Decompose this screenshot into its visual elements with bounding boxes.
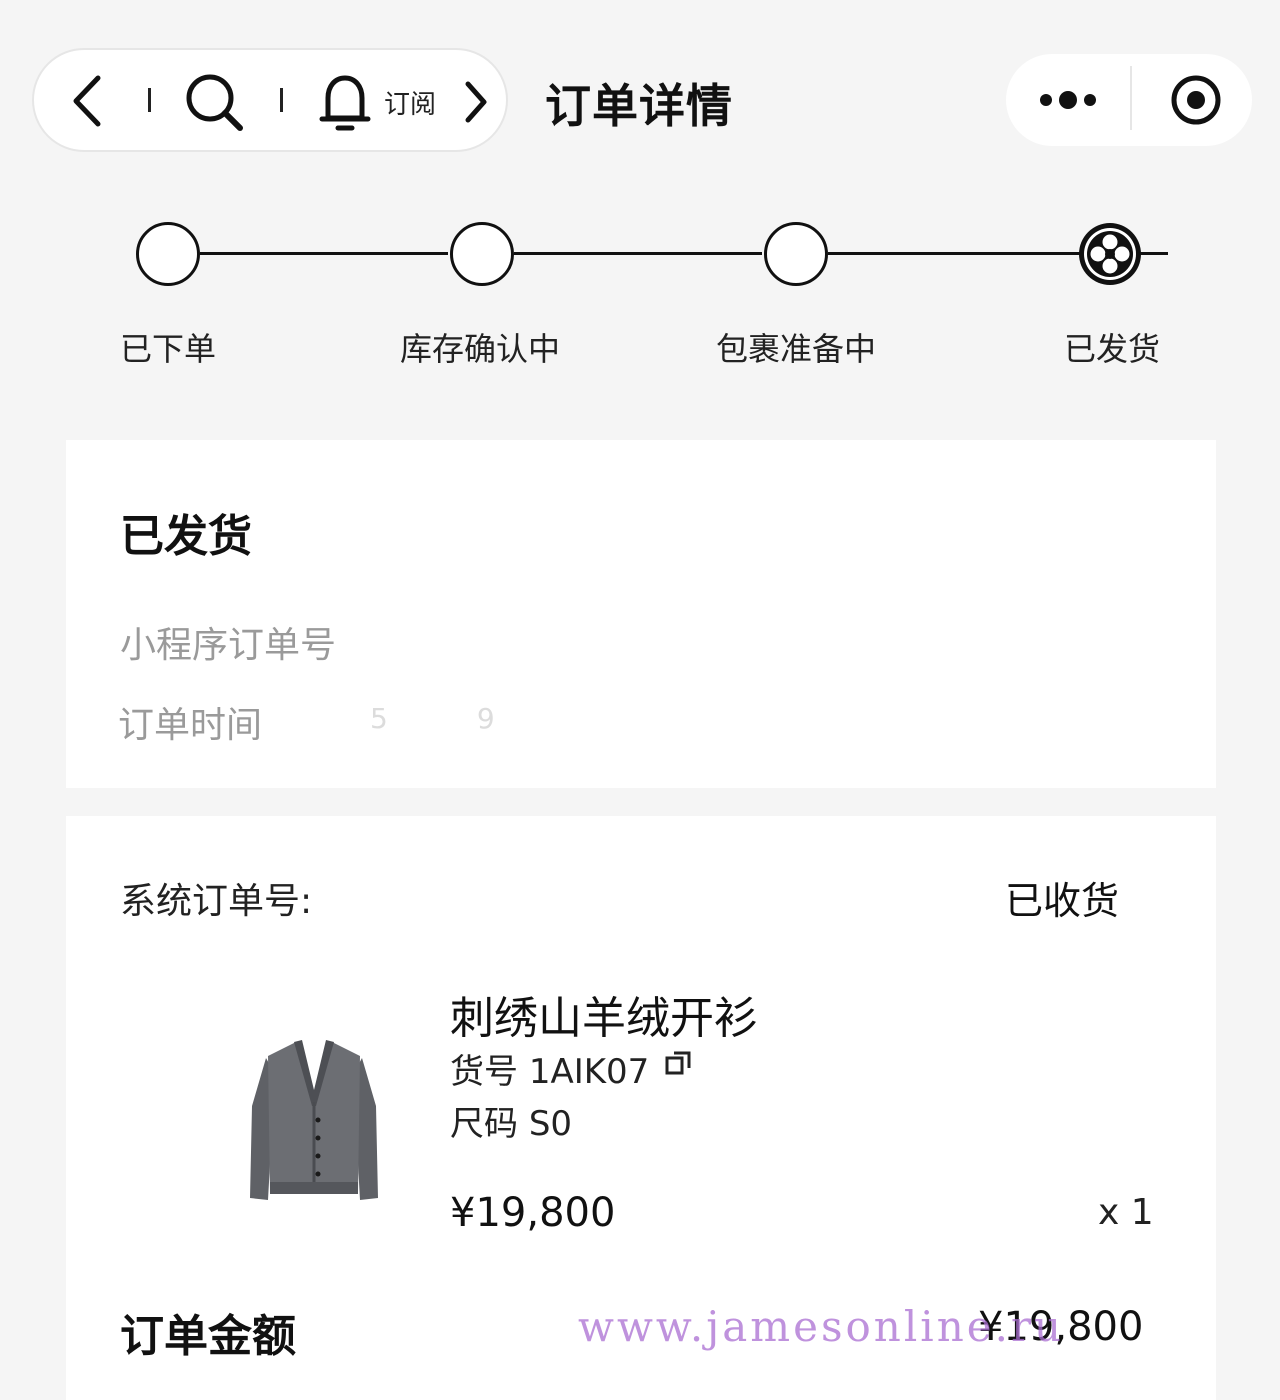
capsule-divider (1130, 66, 1132, 130)
step-circle-placed (136, 222, 200, 286)
status-title: 已发货 (120, 511, 252, 562)
subscribe-label: 订阅 (384, 90, 437, 120)
search-icon[interactable] (184, 72, 246, 134)
watermark: www.jamesonline.ru (578, 1302, 1065, 1351)
product-name[interactable]: 刺绣山羊绒开衫 (450, 982, 758, 1046)
more-icon[interactable] (1036, 86, 1100, 114)
sku-label: 货号 (450, 1052, 518, 1092)
order-time-label: 订单时间 (118, 705, 263, 746)
step-circle-stock (450, 222, 514, 286)
order-time-value: 5 9 (370, 702, 495, 735)
chevron-right-icon (465, 81, 487, 123)
sku-row: 货号 1AIK07 (450, 1044, 649, 1093)
total-label: 订单金额 (120, 1311, 296, 1362)
system-order-label: 系统订单号: (120, 881, 313, 922)
step-label: 包裹准备中 (716, 330, 877, 368)
order-status: 已收货 (1005, 879, 1120, 923)
sku-value: 1AIK07 (528, 1052, 650, 1092)
page-title: 订单详情 (545, 79, 733, 133)
product-quantity: x 1 (1098, 1192, 1154, 1233)
progress-line (200, 252, 448, 255)
size-value: S0 (528, 1104, 573, 1144)
progress-line (514, 252, 762, 255)
close-mini-program-icon[interactable] (1168, 72, 1224, 128)
mini-program-order-label: 小程序订单号 (120, 625, 337, 666)
size-label: 尺码 (450, 1104, 518, 1144)
step-circle-preparing (764, 222, 828, 286)
size-row: 尺码 S0 (450, 1096, 572, 1145)
step-label: 已发货 (1064, 330, 1161, 368)
bell-icon (319, 75, 371, 131)
copy-icon[interactable] (664, 1048, 694, 1078)
product-price: ¥19,800 (450, 1190, 616, 1236)
product-image[interactable] (246, 1036, 382, 1208)
step-label: 库存确认中 (400, 330, 561, 368)
step-shipped-flower-icon (1079, 223, 1141, 285)
nav-separator (280, 88, 283, 112)
nav-separator (148, 88, 151, 112)
step-label: 已下单 (120, 330, 217, 368)
back-icon[interactable] (66, 74, 110, 128)
